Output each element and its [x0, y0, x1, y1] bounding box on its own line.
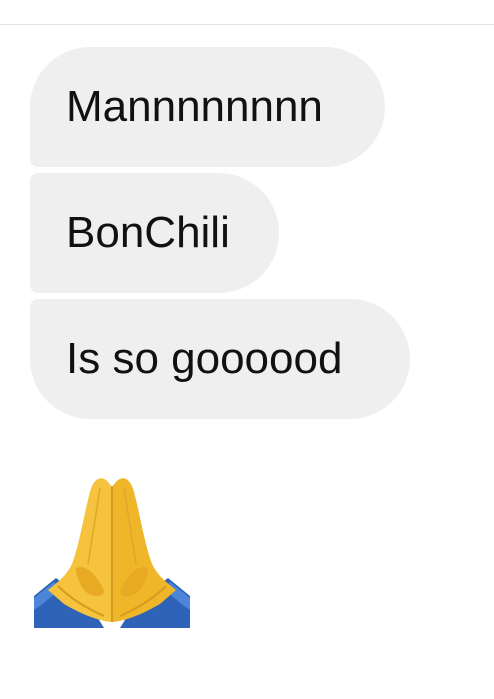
top-divider — [0, 24, 494, 25]
message-bubble[interactable]: Is so goooood — [30, 299, 410, 419]
folded-hands-icon[interactable] — [34, 472, 190, 628]
message-text: Mannnnnnnn — [66, 82, 323, 131]
message-bubble[interactable]: BonChili — [30, 173, 279, 293]
message-text: BonChili — [66, 208, 230, 257]
message-bubble[interactable]: Mannnnnnnn — [30, 47, 385, 167]
message-text: Is so goooood — [66, 334, 343, 383]
